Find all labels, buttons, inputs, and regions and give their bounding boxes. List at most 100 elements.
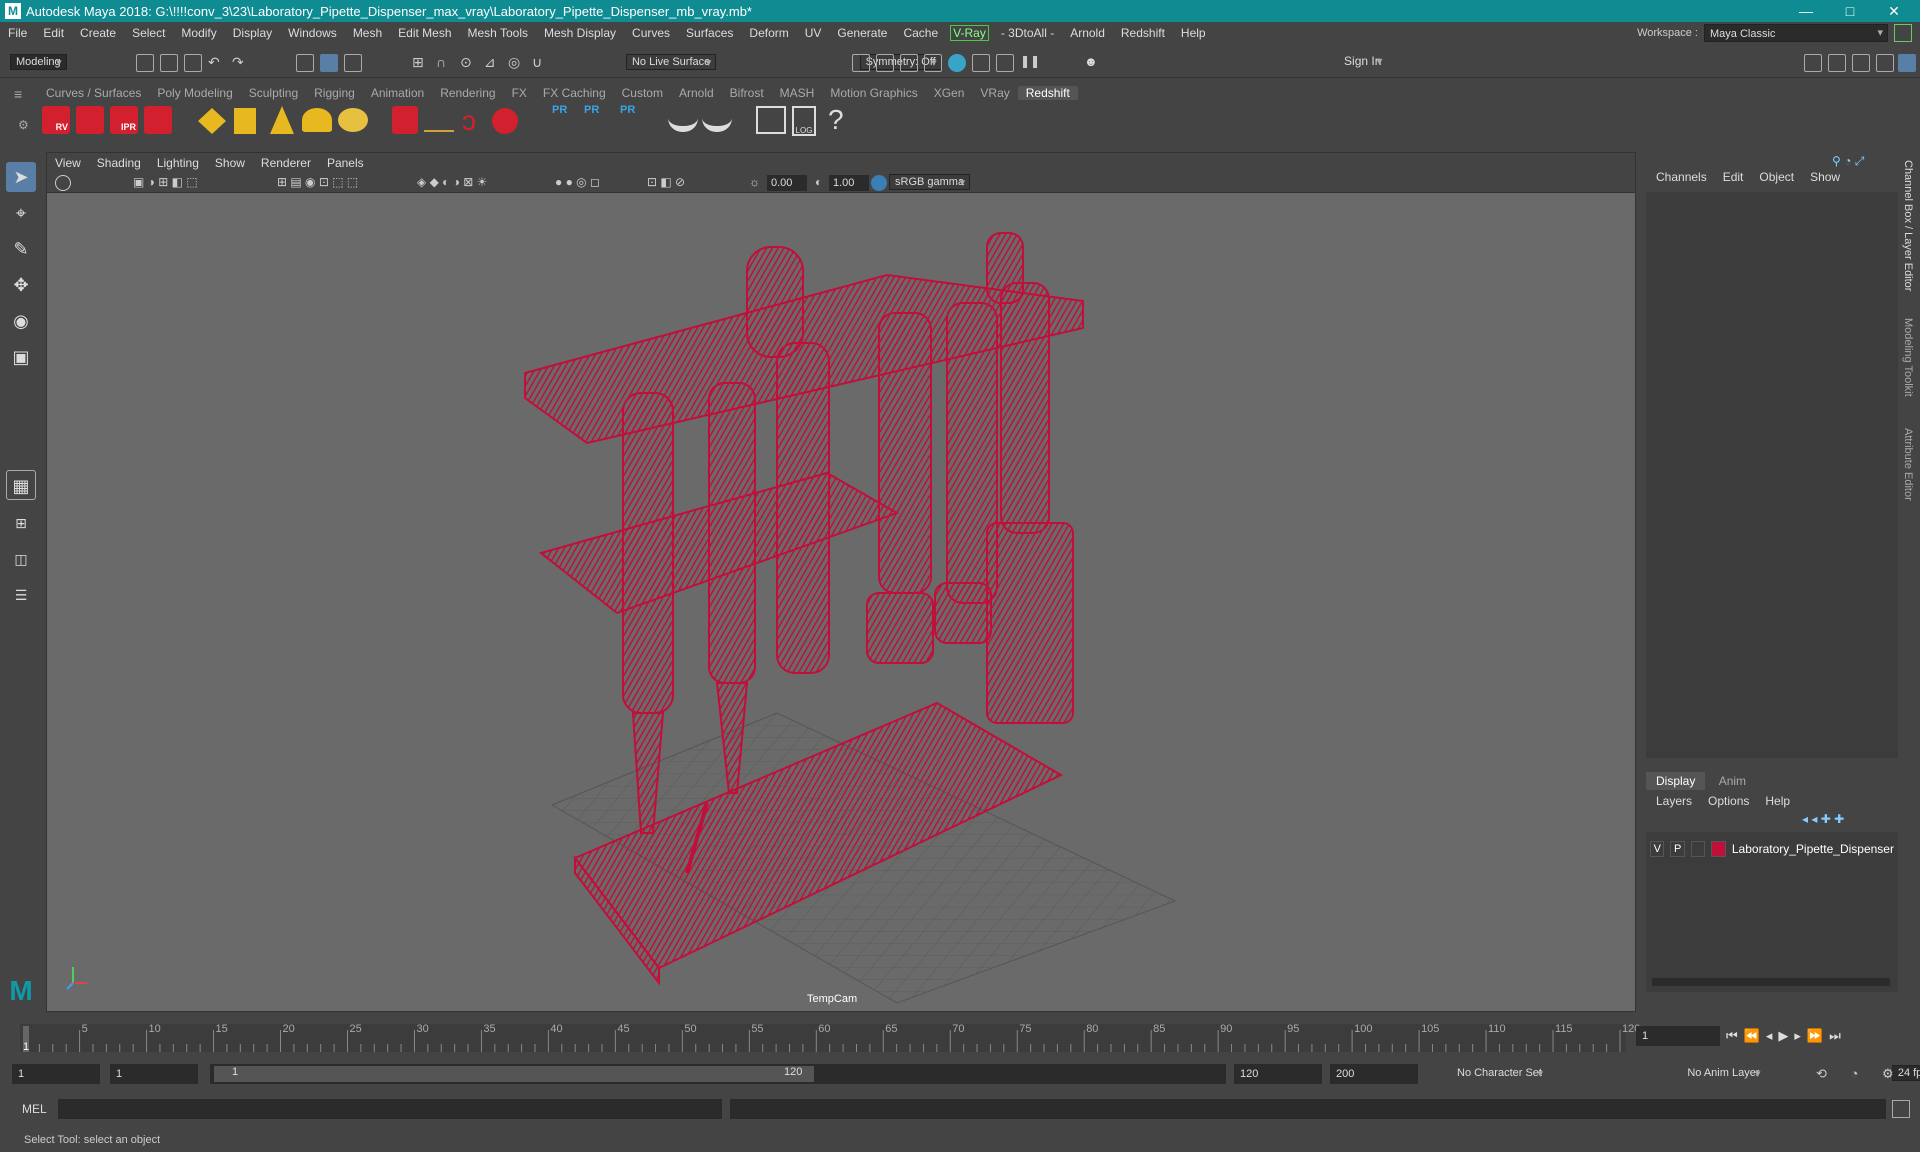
redshift-sphere-icon[interactable] (492, 108, 518, 134)
layer-name[interactable]: Laboratory_Pipette_Dispenser (1732, 842, 1894, 856)
vp-menu-show[interactable]: Show (207, 156, 253, 170)
camera-attributes-icon[interactable]: ▣ ◑ ⊞ ◧ ⬚ (133, 175, 198, 189)
redshift-spotlight-icon[interactable] (270, 106, 294, 134)
side-tab-attribute-editor[interactable]: Attribute Editor (1902, 428, 1914, 501)
maximize-button[interactable]: □ (1828, 0, 1872, 22)
shelf-bowl-icon-1[interactable] (668, 110, 698, 132)
tab-display[interactable]: Display (1646, 772, 1706, 790)
menu-vray[interactable]: V-Ray (950, 25, 989, 41)
menu-help[interactable]: Help (1173, 26, 1214, 40)
tool-settings-icon[interactable] (1852, 54, 1870, 72)
redshift-hair-icon[interactable] (424, 110, 454, 132)
tab-anim[interactable]: Anim (1709, 772, 1756, 790)
redshift-curve-icon[interactable]: ↄ (462, 106, 486, 136)
viewport-panel[interactable]: View Shading Lighting Show Renderer Pane… (46, 152, 1636, 1012)
shelf-tab-curves-surfaces[interactable]: Curves / Surfaces (38, 86, 149, 100)
move-tool-icon[interactable]: ✥ (6, 270, 36, 300)
vp-menu-renderer[interactable]: Renderer (253, 156, 319, 170)
gamma-field[interactable]: 1.00 (829, 175, 869, 191)
camera-select-icon[interactable] (55, 175, 71, 191)
menu-create[interactable]: Create (72, 26, 124, 40)
vp-menu-lighting[interactable]: Lighting (149, 156, 207, 170)
menu-deform[interactable]: Deform (741, 26, 796, 40)
select-tool-icon[interactable]: ➤ (6, 162, 36, 192)
shelf-tab-mash[interactable]: MASH (772, 86, 823, 100)
vp-menu-panels[interactable]: Panels (319, 156, 372, 170)
shelf-tab-poly-modeling[interactable]: Poly Modeling (149, 86, 240, 100)
attribute-editor-icon[interactable] (1828, 54, 1846, 72)
menu-mesh-tools[interactable]: Mesh Tools (460, 26, 536, 40)
isolate-icon[interactable]: ⊡ ◧ ⊘ (647, 175, 685, 189)
redshift-rv-icon[interactable]: RV (42, 106, 70, 134)
menu-surfaces[interactable]: Surfaces (678, 26, 741, 40)
current-frame-field[interactable]: 1 (1636, 1026, 1720, 1046)
redshift-render-icon[interactable] (76, 106, 104, 134)
layer-visibility-toggle[interactable]: V (1650, 841, 1665, 857)
character-set-dropdown[interactable]: No Character Set (1452, 1066, 1547, 1080)
minimize-button[interactable]: — (1784, 0, 1828, 22)
command-input[interactable] (58, 1099, 722, 1119)
menu-cache[interactable]: Cache (895, 26, 946, 40)
layer-actions-icon[interactable]: ◂ ◂ ✚ ✚ (1802, 812, 1844, 826)
redshift-dome-icon[interactable] (302, 108, 332, 132)
log-icon[interactable]: LOG (792, 106, 816, 136)
close-button[interactable]: ✕ (1872, 0, 1916, 22)
shelf-tab-arnold[interactable]: Arnold (671, 86, 722, 100)
snap-curve-icon[interactable]: ∩ (436, 54, 454, 72)
magnet-icon[interactable]: ∪ (532, 54, 550, 72)
two-view-layout-icon[interactable]: ◫ (6, 544, 36, 574)
live-surface-field[interactable]: No Live Surface (625, 54, 717, 70)
shelf-tab-xgen[interactable]: XGen (926, 86, 973, 100)
render-frame-icon[interactable] (852, 54, 870, 72)
snap-point-icon[interactable]: ⊙ (460, 54, 478, 72)
shelf-tab-redshift[interactable]: Redshift (1017, 86, 1078, 100)
scene-start-field[interactable]: 1 (12, 1064, 100, 1084)
grid-toggle-icon[interactable]: ⊞ ▤ ◉ ⊡ ⬚ ⬚ (277, 175, 358, 189)
layer-scrollbar[interactable] (1652, 978, 1890, 986)
single-perspective-layout-icon[interactable]: ▦ (6, 470, 36, 500)
shadows-icon[interactable]: ● ● ◎ ◻ (555, 175, 600, 189)
shelf-tab-custom[interactable]: Custom (614, 86, 671, 100)
pause-icon[interactable]: ❚❚ (1020, 54, 1040, 72)
playback-end-field[interactable]: 120 (1234, 1064, 1322, 1084)
menu-modify[interactable]: Modify (173, 26, 224, 40)
menu-edit[interactable]: Edit (35, 26, 72, 40)
side-tab-channel-box[interactable]: Channel Box / Layer Editor (1902, 160, 1914, 291)
layer-row[interactable]: V P Laboratory_Pipette_Dispenser (1650, 840, 1894, 858)
channel-box-pin-icon[interactable]: ⚲ ◔ ⤢ (1832, 154, 1864, 169)
new-scene-icon[interactable] (136, 54, 154, 72)
pr-icon-1[interactable]: PR (552, 104, 567, 116)
script-editor-icon[interactable] (756, 106, 786, 134)
menu-generate[interactable]: Generate (829, 26, 895, 40)
menu-redshift[interactable]: Redshift (1113, 26, 1173, 40)
hypershade-icon[interactable] (948, 54, 966, 72)
rotate-tool-icon[interactable]: ◉ (6, 306, 36, 336)
color-management-icon[interactable] (871, 175, 887, 191)
script-editor-button-icon[interactable] (1892, 1100, 1910, 1118)
shelf-tab-fx[interactable]: FX (504, 86, 535, 100)
side-tab-modeling-toolkit[interactable]: Modeling Toolkit (1902, 318, 1914, 397)
layer-playback-toggle[interactable]: P (1670, 841, 1685, 857)
help-icon[interactable]: ? (828, 104, 844, 136)
four-view-layout-icon[interactable]: ⊞ (6, 508, 36, 538)
select-component-icon[interactable] (344, 54, 362, 72)
redo-icon[interactable]: ↷ (232, 54, 250, 72)
shelf-tab-motion-graphics[interactable]: Motion Graphics (822, 86, 925, 100)
menu-file[interactable]: File (0, 26, 35, 40)
shelf-tab-animation[interactable]: Animation (363, 86, 432, 100)
shelf-bowl-icon-2[interactable] (702, 110, 732, 132)
playback-controls-icon[interactable]: ⏮⏪◂▶▸⏩⏭ (1726, 1028, 1847, 1044)
select-object-icon[interactable] (320, 54, 338, 72)
redshift-settings-icon[interactable] (144, 106, 172, 134)
sign-in-dropdown[interactable]: Sign In (1339, 53, 1386, 69)
time-slider[interactable]: 5 10 15 20 25 30 35 40 45 50 55 60 65 70 75 80 85 90 95 100… (0, 1016, 1920, 1056)
snap-grid-icon[interactable]: ⊞ (412, 54, 430, 72)
cb-menu-show[interactable]: Show (1804, 170, 1846, 184)
open-scene-icon[interactable] (160, 54, 178, 72)
menu-3dtoall[interactable]: - 3DtoAll - (993, 26, 1062, 40)
workspace-dropdown[interactable]: Maya Classic (1704, 24, 1888, 42)
render-seq-icon[interactable] (876, 54, 894, 72)
menu-display[interactable]: Display (225, 26, 280, 40)
snap-surface-icon[interactable]: ◎ (508, 54, 526, 72)
shelf-tab-bifrost[interactable]: Bifrost (722, 86, 772, 100)
